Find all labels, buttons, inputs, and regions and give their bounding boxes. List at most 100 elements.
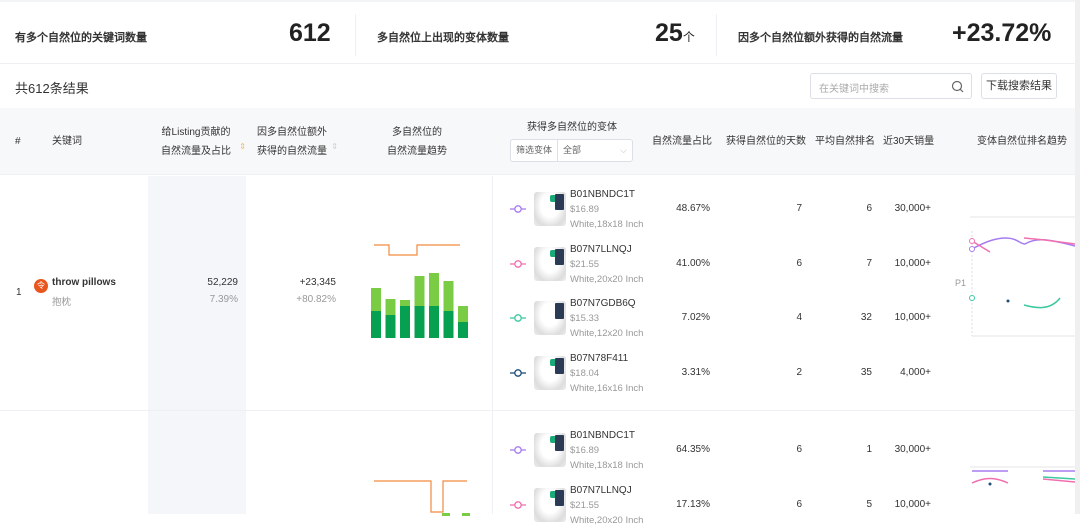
bar-organic	[371, 311, 381, 338]
variant-row[interactable]: B01NBNDC1T $16.89 White,18x18 Inch 64.35…	[500, 427, 940, 477]
header-trend: 多自然位的 自然流量趋势	[370, 123, 464, 161]
variant-attributes: White,18x18 Inch	[570, 460, 644, 471]
bar-organic	[385, 315, 396, 338]
variant-price: $21.55	[570, 499, 600, 511]
variant-rank: 6	[866, 203, 872, 214]
series-legend-icon	[510, 500, 526, 509]
variant-price: $21.55	[570, 258, 600, 270]
variant-days: 4	[796, 312, 802, 323]
series-legend-icon	[510, 205, 526, 213]
series-legend-icon	[510, 446, 526, 454]
variant-days: 2	[796, 366, 802, 378]
variant-row[interactable]: B07N78F411 $18.04 White,16x16 Inch 3.31%…	[500, 350, 940, 400]
header-rank-trend: 变体自然位排名趋势	[977, 136, 1067, 147]
variant-row[interactable]: B07N7LLNQJ $21.55 White,20x20 Inch 17.13…	[500, 482, 940, 532]
variant-asin[interactable]: B01NBNDC1T	[570, 430, 635, 441]
summary-stats: 有多个自然位的关键词数量 612 多自然位上出现的变体数量 25个 因多个自然位…	[0, 0, 1075, 64]
variant-sales: 30,000+	[894, 203, 931, 214]
filter-value: 全部	[563, 145, 582, 155]
divider	[716, 14, 717, 56]
product-thumbnail[interactable]	[534, 355, 566, 390]
variant-share: 64.35%	[676, 444, 710, 455]
variant-sales: 10,000+	[894, 312, 931, 323]
filter-label: 筛选变体	[511, 140, 559, 161]
bar-organic	[400, 306, 410, 338]
stat-unit: 个	[682, 30, 695, 44]
product-thumbnail[interactable]	[534, 433, 566, 467]
rank-trend-chart	[970, 466, 1075, 486]
header-days: 获得自然位的天数	[726, 136, 806, 147]
keyword-link[interactable]: throw pillows	[52, 277, 116, 288]
product-thumbnail[interactable]	[534, 246, 566, 281]
series-legend-icon	[510, 314, 526, 322]
header-variants: 获得多自然位的变体	[527, 122, 617, 133]
variant-price: $16.89	[570, 445, 600, 456]
variant-row[interactable]: B07N7LLNQJ $21.55 White,20x20 Inch 41.00…	[500, 241, 940, 291]
variant-sales: 4,000+	[900, 366, 931, 378]
extra-traffic: +23,345	[299, 277, 336, 288]
variant-asin[interactable]: B01NBNDC1T	[570, 189, 635, 200]
variant-price: $15.33	[570, 313, 600, 324]
variant-row[interactable]: B07N7GDB6Q $15.33 White,12x20 Inch 7.02%…	[500, 295, 940, 345]
variant-asin[interactable]: B07N7LLNQJ	[570, 485, 632, 496]
stat-label: 多自然位上出现的变体数量	[377, 32, 509, 44]
header-share: 自然流量占比	[652, 136, 712, 147]
rank-trend-chart: P1	[955, 216, 1075, 337]
keyword-search-input[interactable]: 在关键词中搜索	[810, 73, 972, 99]
amazon-choice-icon: 令	[34, 279, 48, 293]
product-thumbnail[interactable]	[534, 301, 566, 335]
traffic-trend-chart	[371, 244, 468, 338]
variant-attributes: White,20x20 Inch	[570, 514, 644, 526]
header-extra[interactable]: 因多自然位额外 获得的自然流量 ⇕	[252, 123, 338, 161]
variant-sales: 10,000+	[894, 257, 931, 269]
bar-organic	[458, 322, 468, 338]
variant-attributes: White,20x20 Inch	[570, 273, 644, 285]
variant-days: 7	[796, 203, 802, 214]
stat-label: 有多个自然位的关键词数量	[15, 32, 147, 44]
header-text: 自然流量及占比	[161, 146, 231, 157]
search-placeholder: 在关键词中搜索	[819, 84, 889, 95]
stat-value: +23.72%	[952, 19, 1052, 47]
variant-rank: 35	[860, 366, 872, 378]
product-thumbnail[interactable]	[534, 192, 566, 226]
trend-step-line	[374, 244, 460, 256]
stat-value: 612	[289, 19, 331, 47]
chevron-down-icon: ⌵	[620, 145, 627, 155]
variant-rank: 7	[866, 257, 872, 269]
variant-share: 3.31%	[681, 366, 710, 378]
variant-attributes: White,18x18 Inch	[570, 219, 644, 230]
download-results-button[interactable]: 下载搜索结果	[981, 73, 1057, 99]
stat-label: 因多个自然位额外获得的自然流量	[738, 32, 903, 44]
scrollbar[interactable]	[1075, 0, 1080, 514]
product-thumbnail[interactable]	[534, 487, 566, 522]
variant-asin[interactable]: B07N7LLNQJ	[570, 244, 632, 255]
header-sales: 近30天销量	[883, 136, 935, 147]
variant-row[interactable]: B01NBNDC1T $16.89 White,18x18 Inch 48.67…	[500, 186, 940, 236]
variant-asin[interactable]: B07N78F411	[570, 353, 628, 364]
sort-icon[interactable]: ⇕	[239, 137, 246, 156]
variant-price: $18.04	[570, 367, 600, 379]
variant-filter-select[interactable]: 筛选变体 全部 ⌵	[510, 139, 633, 162]
contrib-traffic: 52,229	[207, 277, 238, 288]
table-row[interactable]: B01NBNDC1T $16.89 White,18x18 Inch 64.35…	[0, 411, 1075, 526]
stat-value-number: 25	[655, 19, 683, 47]
variant-asin[interactable]: B07N7GDB6Q	[570, 298, 636, 309]
header-index: #	[15, 136, 21, 147]
variant-days: 6	[796, 444, 802, 455]
variant-share: 48.67%	[676, 203, 710, 214]
variant-rank: 1	[866, 444, 872, 455]
variant-days: 6	[796, 498, 802, 510]
table-row[interactable]: 1 令 throw pillows 抱枕 52,229 7.39% +23,34…	[0, 176, 1075, 410]
traffic-trend-chart	[374, 480, 470, 516]
sort-icon[interactable]: ⇕	[331, 137, 338, 156]
bar-organic	[429, 306, 439, 338]
variant-days: 6	[796, 257, 802, 269]
header-contrib[interactable]: 给Listing贡献的 自然流量及占比 ⇕	[150, 123, 246, 161]
variant-rank: 5	[866, 498, 872, 510]
header-text: 多自然位的	[392, 127, 442, 138]
keyword-translation: 抱枕	[52, 297, 72, 308]
search-icon[interactable]	[951, 80, 964, 93]
header-text: 因多自然位额外	[257, 127, 327, 138]
header-keyword: 关键词	[52, 136, 82, 147]
rank-axis-label: P1	[955, 278, 966, 288]
